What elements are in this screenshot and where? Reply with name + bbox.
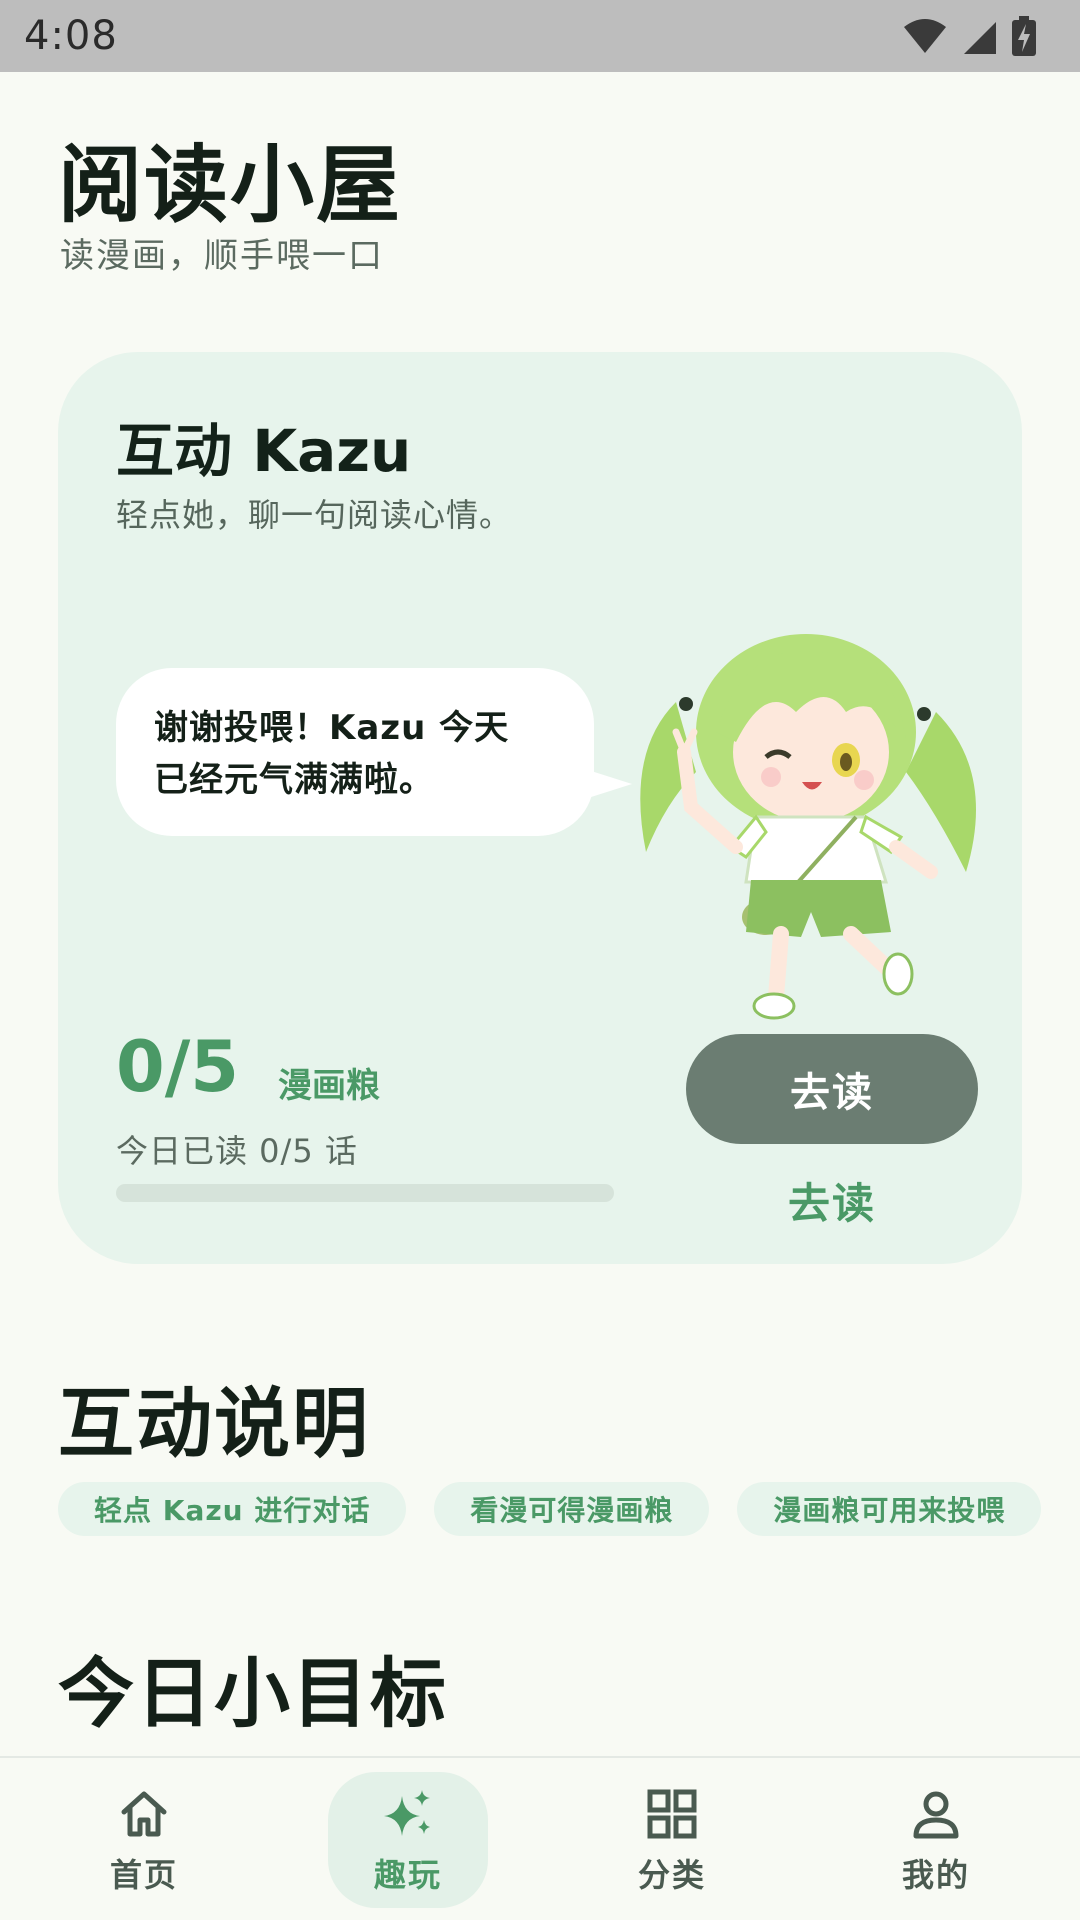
nav-item-play[interactable]: 趣玩	[328, 1772, 488, 1908]
kazu-mascot[interactable]	[606, 622, 1006, 1022]
card-description: 轻点她，聊一句阅读心情。	[116, 496, 513, 534]
instruction-chip: 看漫可得漫画粮	[434, 1482, 710, 1536]
wifi-icon	[904, 19, 946, 53]
battery-charging-icon	[1012, 16, 1036, 56]
goals-title: 今日小目标	[58, 1649, 448, 1738]
home-icon	[121, 1791, 167, 1837]
status-icons	[902, 16, 1056, 56]
nav-item-category[interactable]: 分类	[592, 1772, 752, 1908]
nav-label: 我的	[901, 1856, 970, 1894]
speech-line: 已经元气满满啦。	[154, 760, 434, 800]
grid-icon	[647, 1789, 697, 1839]
nav-label: 分类	[637, 1856, 706, 1894]
instruction-chip: 漫画粮可用来投喂	[737, 1482, 1042, 1536]
instruction-chips: 轻点 Kazu 进行对话 看漫可得漫画粮 漫画粮可用来投喂	[58, 1482, 1042, 1536]
bottom-nav: 首页 趣玩 分类 我的	[0, 1756, 1080, 1920]
go-read-button[interactable]: 去读	[686, 1034, 978, 1144]
instructions-title: 互动说明	[58, 1379, 370, 1468]
card-title: 互动 Kazu	[116, 417, 412, 485]
status-time: 4:08	[24, 13, 118, 59]
signal-icon	[964, 22, 996, 54]
food-count-unit: 漫画粮	[278, 1066, 380, 1106]
page-subtitle: 读漫画，顺手喂一口	[60, 236, 384, 276]
nav-item-profile[interactable]: 我的	[856, 1772, 1016, 1908]
person-icon	[913, 1791, 959, 1839]
go-read-link[interactable]: 去读	[686, 1170, 978, 1231]
interact-card: 互动 Kazu 轻点她，聊一句阅读心情。 谢谢投喂！Kazu 今天 已经元气满满…	[58, 352, 1022, 1264]
progress-text: 今日已读 0/5 话	[116, 1132, 358, 1170]
nav-label: 趣玩	[373, 1856, 442, 1894]
nav-label: 首页	[109, 1856, 178, 1894]
progress-bar	[116, 1184, 614, 1202]
instruction-chip: 轻点 Kazu 进行对话	[58, 1482, 407, 1536]
page-title: 阅读小屋	[58, 136, 403, 234]
status-bar: 4:08	[0, 0, 1080, 72]
sparkle-icon	[384, 1790, 430, 1836]
food-count: 0/5	[116, 1026, 239, 1108]
speech-line: 谢谢投喂！Kazu 今天	[154, 708, 510, 748]
nav-item-home[interactable]: 首页	[64, 1772, 224, 1908]
speech-bubble: 谢谢投喂！Kazu 今天 已经元气满满啦。	[116, 668, 594, 836]
